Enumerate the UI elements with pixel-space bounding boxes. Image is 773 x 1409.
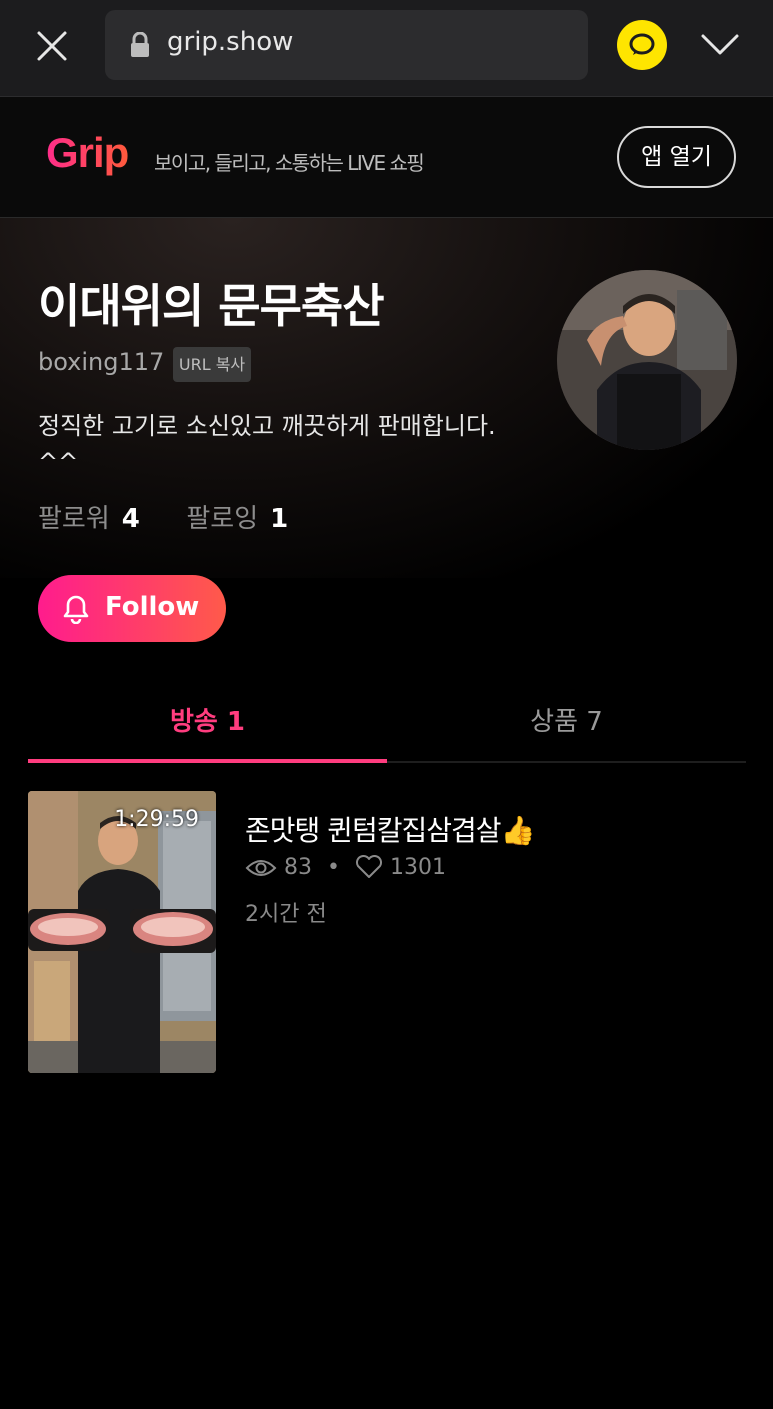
url-copy-button[interactable]: URL 복사	[173, 347, 251, 382]
profile-section: 이대위의 문무축산 boxing117 URL 복사 정직한 고기로 소신있고 …	[0, 218, 773, 578]
avatar	[557, 270, 737, 450]
url-text: grip.show	[167, 27, 294, 57]
bell-icon	[63, 595, 89, 624]
list-item[interactable]: 1:29:59 존맛탱 퀸텀칼집삼겹살👍 83 • 1301 2시간 전	[28, 791, 746, 1073]
broadcast-stats: 83 • 1301	[245, 854, 446, 880]
broadcast-thumbnail[interactable]: 1:29:59	[28, 791, 216, 1073]
broadcast-title[interactable]: 존맛탱 퀸텀칼집삼겹살👍	[245, 809, 535, 849]
broadcast-time: 2시간 전	[245, 902, 327, 927]
follow-button[interactable]: Follow	[38, 575, 226, 642]
following-label: 팔로잉	[186, 504, 259, 534]
browser-toolbar: grip.show	[0, 0, 773, 97]
separator-dot: •	[327, 855, 340, 880]
follow-stats: 팔로워 4 팔로잉 1	[38, 498, 288, 535]
open-app-button[interactable]: 앱 열기	[617, 126, 736, 188]
tab-products[interactable]: 상품 7	[387, 690, 746, 763]
following-count[interactable]: 1	[270, 504, 288, 534]
tagline: 보이고, 들리고, 소통하는 LIVE 쇼핑	[154, 151, 425, 175]
lock-icon	[129, 31, 151, 58]
profile-name: 이대위의 문무축산	[38, 279, 385, 333]
chevron-down-icon[interactable]	[698, 26, 742, 66]
broadcast-duration: 1:29:59	[114, 807, 199, 832]
address-bar[interactable]: grip.show	[105, 10, 588, 80]
tab-broadcasts[interactable]: 방송 1	[28, 690, 387, 763]
followers-label: 팔로워	[38, 504, 110, 534]
content-tabs: 방송 1 상품 7	[28, 690, 746, 763]
heart-icon	[355, 854, 382, 878]
profile-description: 정직한 고기로 소신있고 깨끗하게 판매합니다. ^^	[38, 412, 496, 476]
like-count: 1301	[389, 855, 446, 880]
eye-icon	[245, 860, 277, 876]
site-header: Grip 보이고, 들리고, 소통하는 LIVE 쇼핑 앱 열기	[0, 97, 773, 218]
grip-logo[interactable]: Grip	[46, 129, 129, 177]
kakaotalk-icon[interactable]	[617, 20, 667, 70]
profile-user-id: boxing117	[38, 348, 165, 376]
followers-count[interactable]: 4	[122, 504, 140, 534]
follow-label: Follow	[105, 592, 200, 622]
close-icon[interactable]	[30, 24, 74, 68]
view-count: 83	[284, 855, 312, 880]
